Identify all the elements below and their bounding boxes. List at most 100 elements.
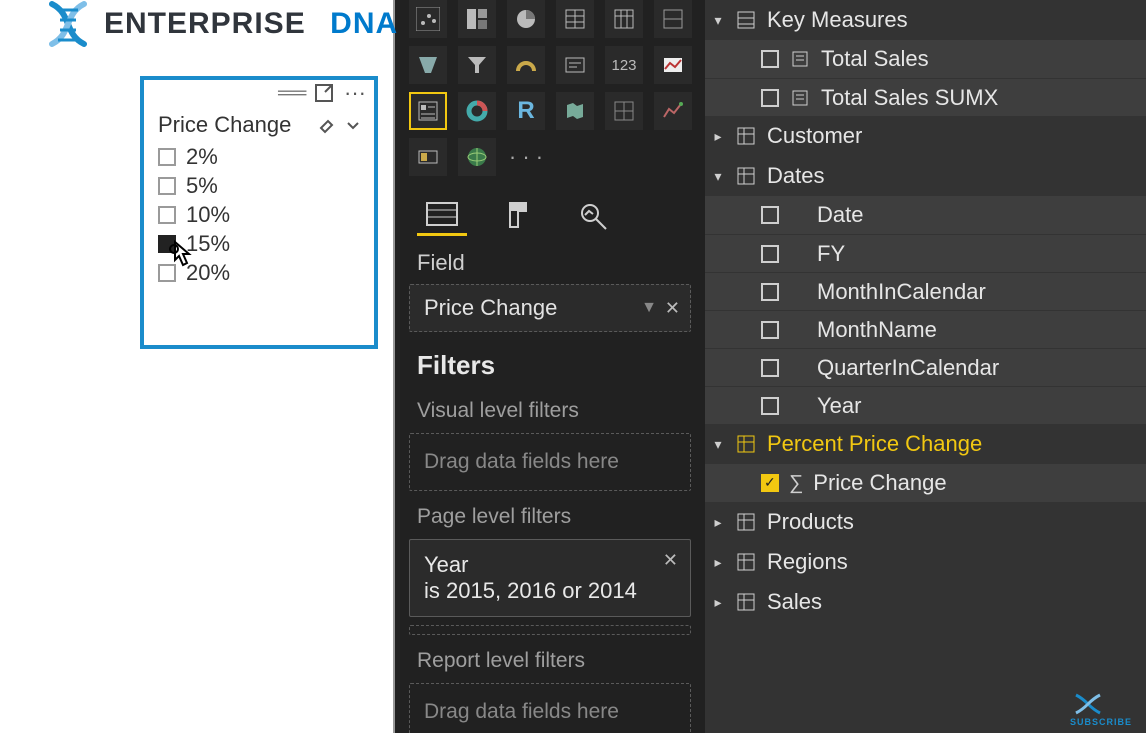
table-key-measures[interactable]: ▾ Key Measures [705, 0, 1146, 40]
field-checkbox[interactable] [761, 245, 779, 263]
tab-fields[interactable] [417, 194, 467, 236]
viz-treemap-icon[interactable] [458, 0, 496, 38]
viz-grid-icon[interactable] [605, 92, 643, 130]
more-options-icon[interactable]: ··· [344, 80, 366, 106]
viz-multicard-icon[interactable] [654, 46, 692, 84]
chevron-down-icon[interactable] [344, 116, 362, 134]
checkbox-icon[interactable] [158, 177, 176, 195]
field-checkbox[interactable] [761, 50, 779, 68]
page-level-filters-label: Page level filters [395, 495, 705, 535]
viz-slicer-icon[interactable] [409, 92, 447, 130]
field-checkbox[interactable] [761, 206, 779, 224]
chevron-down-icon[interactable]: ▼ [641, 299, 657, 317]
field-total-sales-sumx[interactable]: Total Sales SUMX [705, 78, 1146, 116]
collapse-icon[interactable]: ▾ [711, 168, 725, 185]
viz-map-shape-icon[interactable] [556, 92, 594, 130]
fields-panel: ▾ Key Measures Total Sales Total Sales S… [705, 0, 1146, 733]
field-checkbox[interactable] [761, 321, 779, 339]
subscribe-label: SUBSCRIBE [1070, 717, 1132, 727]
eraser-icon[interactable] [318, 116, 336, 134]
report-level-drop[interactable]: Drag data fields here [409, 683, 691, 733]
table-customer[interactable]: ▸ Customer [705, 116, 1146, 156]
expand-icon[interactable]: ▸ [711, 128, 725, 145]
report-level-filters-label: Report level filters [395, 639, 705, 679]
table-dates[interactable]: ▾ Dates [705, 156, 1146, 196]
slicer-item-10pct[interactable]: 10% [158, 200, 374, 229]
expand-icon[interactable]: ▸ [711, 514, 725, 531]
measure-icon [789, 87, 811, 109]
slicer-visual[interactable]: ══ ··· Price Change 2% 5% 10% 15% 20% [140, 76, 378, 349]
field-price-change[interactable]: ∑ Price Change [705, 464, 1146, 502]
field-checkbox[interactable] [761, 283, 779, 301]
table-icon [735, 125, 757, 147]
page-filter-year[interactable]: ✕ Year is 2015, 2016 or 2014 [409, 539, 691, 617]
viz-globe-icon[interactable] [458, 138, 496, 176]
field-label: Total Sales SUMX [821, 85, 998, 111]
viz-import-icon[interactable]: · · · [507, 138, 545, 176]
field-checkbox[interactable] [761, 89, 779, 107]
tab-analyze[interactable] [569, 194, 619, 236]
viz-donut-icon[interactable] [458, 92, 496, 130]
slicer-item-20pct[interactable]: 20% [158, 258, 374, 287]
viz-r-icon[interactable]: R [507, 92, 545, 130]
collapse-icon[interactable]: ▾ [711, 436, 725, 453]
viz-funnel-icon[interactable] [409, 46, 447, 84]
collapse-icon[interactable]: ▾ [711, 12, 725, 29]
viz-sparkline-icon[interactable] [654, 92, 692, 130]
table-sales[interactable]: ▸ Sales [705, 582, 1146, 622]
viz-kpi-icon[interactable]: 123 [605, 46, 643, 84]
slicer-item-15pct[interactable]: 15% [158, 229, 374, 258]
field-well-value: Price Change [424, 295, 557, 321]
table-label: Regions [767, 549, 848, 575]
field-checkbox[interactable] [761, 397, 779, 415]
expand-icon[interactable]: ▸ [711, 594, 725, 611]
remove-field-icon[interactable]: ✕ [665, 298, 680, 319]
viz-pie-icon[interactable] [507, 0, 545, 38]
checkbox-icon[interactable] [158, 264, 176, 282]
field-monthname[interactable]: MonthName [705, 310, 1146, 348]
field-label: Total Sales [821, 46, 929, 72]
subscribe-badge[interactable]: SUBSCRIBE [1070, 691, 1132, 727]
viz-filter-icon[interactable] [458, 46, 496, 84]
dna-icon [42, 0, 94, 48]
viz-card2-icon[interactable] [409, 138, 447, 176]
field-fy[interactable]: FY [705, 234, 1146, 272]
field-total-sales[interactable]: Total Sales [705, 40, 1146, 78]
report-canvas[interactable]: ENTERPRISE DNA ══ ··· Price Change 2% 5%… [0, 0, 395, 733]
table-regions[interactable]: ▸ Regions [705, 542, 1146, 582]
viz-table-icon[interactable] [605, 0, 643, 38]
field-checkbox[interactable] [761, 359, 779, 377]
checkbox-icon[interactable] [158, 148, 176, 166]
field-year[interactable]: Year [705, 386, 1146, 424]
viz-gauge-icon[interactable] [507, 46, 545, 84]
focus-mode-icon[interactable] [314, 83, 334, 103]
slicer-item-label: 10% [186, 202, 230, 228]
field-checkbox[interactable] [761, 474, 779, 492]
table-products[interactable]: ▸ Products [705, 502, 1146, 542]
field-well[interactable]: Price Change ▼ ✕ [409, 284, 691, 332]
viz-table2-icon[interactable] [654, 0, 692, 38]
slicer-item-list: 2% 5% 10% 15% 20% [144, 140, 374, 287]
measure-icon [789, 48, 811, 70]
page-level-drop[interactable] [409, 625, 691, 635]
drag-handle-icon[interactable]: ══ [278, 88, 304, 98]
checkbox-icon[interactable] [158, 235, 176, 253]
table-label: Key Measures [767, 7, 908, 33]
viz-scatter-icon[interactable] [409, 0, 447, 38]
visual-level-drop[interactable]: Drag data fields here [409, 433, 691, 491]
table-icon [735, 591, 757, 613]
field-quarterincalendar[interactable]: QuarterInCalendar [705, 348, 1146, 386]
field-label: FY [817, 241, 845, 267]
checkbox-icon[interactable] [158, 206, 176, 224]
field-monthincalendar[interactable]: MonthInCalendar [705, 272, 1146, 310]
visual-level-filters-label: Visual level filters [395, 389, 705, 429]
remove-filter-icon[interactable]: ✕ [663, 550, 678, 571]
viz-matrix-icon[interactable] [556, 0, 594, 38]
slicer-item-5pct[interactable]: 5% [158, 171, 374, 200]
field-date[interactable]: Date [705, 196, 1146, 234]
expand-icon[interactable]: ▸ [711, 554, 725, 571]
viz-card-icon[interactable] [556, 46, 594, 84]
table-percent-price-change[interactable]: ▾ Percent Price Change [705, 424, 1146, 464]
tab-format[interactable] [493, 194, 543, 236]
slicer-item-2pct[interactable]: 2% [158, 142, 374, 171]
